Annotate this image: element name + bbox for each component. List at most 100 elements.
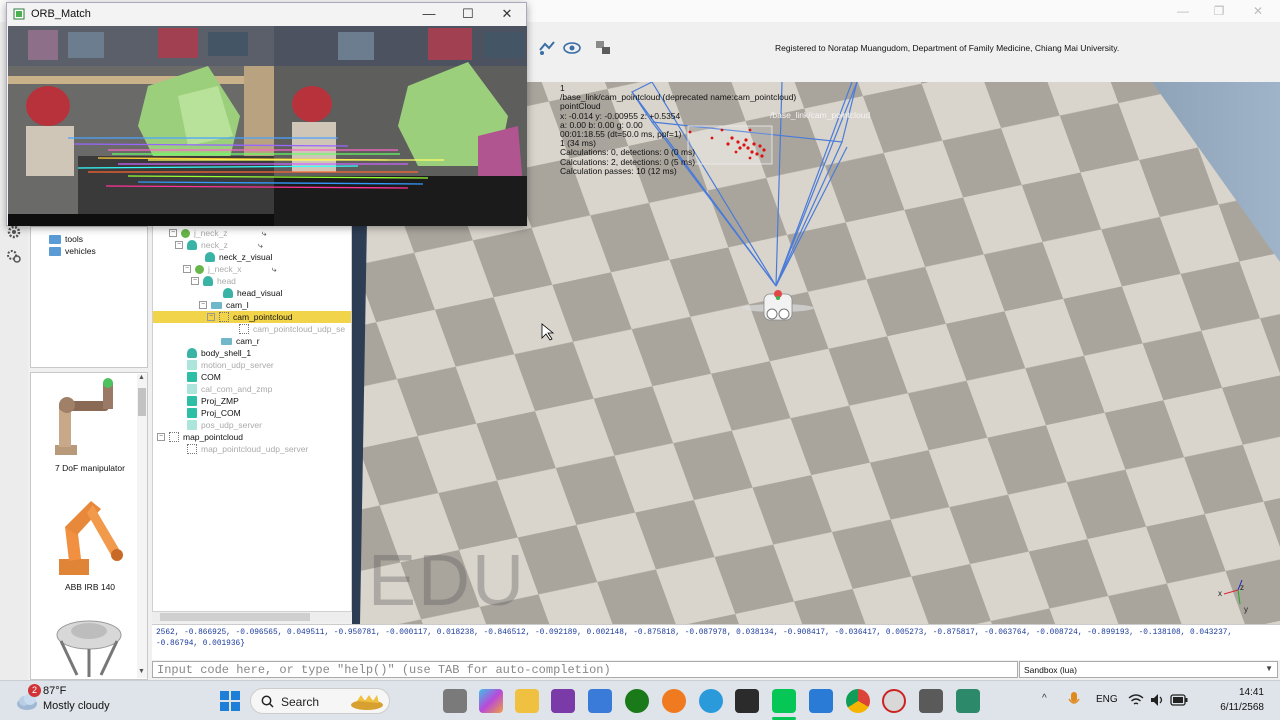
coppeliasim-icon[interactable] [956,689,980,713]
scroll-up-icon[interactable]: ▲ [138,374,145,381]
hierarchy-hscrollbar[interactable] [152,612,352,622]
eye-icon[interactable] [562,38,582,58]
app-maximize-button[interactable]: ❐ [1204,2,1234,20]
models-scrollbar[interactable]: ▲ ▼ [137,374,147,678]
joint-icon [195,264,204,274]
weather-description[interactable]: Mostly cloudy [43,700,110,712]
clock-time[interactable]: 14:41 [1218,687,1264,698]
orb-window-title: ORB_Match [31,8,91,20]
scene-hierarchy: − j_neck_z ⤷ − neck_z ⤷ neck_z_visual − j_n… [152,224,352,612]
orb-minimize-button[interactable]: — [417,6,441,21]
assembly-icon[interactable] [593,38,613,58]
hierarchy-row[interactable]: − cam_l [199,299,249,311]
object-shift-icon[interactable] [537,38,557,58]
copilot-icon[interactable] [479,689,503,713]
orb-match-window[interactable]: ORB_Match — ☐ ✕ [6,2,527,226]
hierarchy-row[interactable]: Proj_ZMP [187,395,239,407]
battery-icon[interactable] [1170,694,1188,706]
terminal-icon[interactable] [735,689,759,713]
script-object-icon [187,420,197,430]
script-icon[interactable]: ⤷ [258,240,263,251]
script-object-icon [187,384,197,394]
hierarchy-label: cal_com_and_zmp [201,384,273,394]
folder-vehicles[interactable]: vehicles [49,245,96,257]
app-icon[interactable] [882,689,906,713]
windows-start-icon[interactable] [220,691,240,711]
sandbox-select[interactable]: Sandbox (lua) ▼ [1019,661,1278,678]
folder-icon [49,246,61,256]
app-close-button[interactable]: ✕ [1243,2,1273,20]
search-highlight-icon [351,695,383,710]
volume-icon[interactable] [1150,693,1166,707]
model-7dof-thumbnail[interactable] [45,375,125,463]
orb-close-button[interactable]: ✕ [495,6,519,22]
model-delta-robot-thumbnail[interactable] [47,615,131,680]
microsoft-store-icon[interactable] [588,689,612,713]
hierarchy-label: COM [201,372,221,382]
folder-label: tools [65,234,83,244]
hierarchy-row[interactable]: − head [191,275,236,287]
hierarchy-row[interactable]: COM [187,371,221,383]
console-output: 2562, -0.866925, -0.096565, 0.049511, -0… [152,624,1280,660]
model-abb-irb140-thumbnail[interactable] [41,491,131,581]
chevron-up-icon[interactable]: ^ [1042,693,1047,704]
hierarchy-row[interactable]: map_pointcloud_udp_server [187,443,308,455]
gear-icon[interactable] [6,224,22,240]
hierarchy-label: pos_udp_server [201,420,262,430]
shape-icon [187,240,197,250]
clock-date[interactable]: 6/11/2568 [1214,702,1264,713]
hierarchy-row[interactable]: neck_z_visual [205,251,272,263]
hierarchy-scroll-thumb[interactable] [160,613,310,621]
task-view-icon[interactable] [443,689,467,713]
shape-icon [187,348,197,358]
weather-temperature[interactable]: 87°F [43,685,66,697]
hierarchy-row[interactable]: pos_udp_server [187,419,262,431]
model-thumbnails: 7 DoF manipulator ABB IRB 140 [30,372,148,680]
hierarchy-row[interactable]: body_shell_1 [187,347,251,359]
xbox-icon[interactable] [625,689,649,713]
models-scroll-thumb[interactable] [138,388,146,416]
hierarchy-row[interactable]: cal_com_and_zmp [187,383,272,395]
microphone-icon[interactable] [1068,691,1080,709]
snipping-tool-icon[interactable] [919,689,943,713]
chrome-icon[interactable] [846,689,870,713]
chevron-down-icon[interactable]: ▼ [1265,664,1273,673]
hierarchy-row[interactable]: cam_r [221,335,260,347]
cube-icon [187,372,197,382]
hierarchy-row[interactable]: − j_neck_z ⤷ [169,227,266,239]
hierarchy-label: cam_pointcloud_udp_se [253,324,346,334]
firefox-icon[interactable] [662,689,686,713]
orb-match-image [8,26,527,226]
hierarchy-row[interactable]: head_visual [223,287,282,299]
hierarchy-row[interactable]: − map_pointcloud [157,431,243,443]
wifi-icon[interactable] [1128,693,1144,707]
app-minimize-button[interactable]: — [1168,2,1198,20]
settings-icon[interactable] [6,248,22,264]
hierarchy-row[interactable]: − j_neck_x ⤷ [183,263,276,275]
hierarchy-row[interactable]: Proj_COM [187,407,241,419]
vscode-icon[interactable] [809,689,833,713]
shape-icon [205,252,215,262]
script-icon[interactable]: ⤷ [272,264,277,275]
script-icon[interactable]: ⤷ [262,228,267,239]
hierarchy-label: map_pointcloud_udp_server [201,444,309,454]
hierarchy-label: cam_pointcloud [233,312,293,322]
taskbar-search[interactable]: Search [250,688,390,714]
hierarchy-row[interactable]: − neck_z ⤷ [175,239,263,251]
hierarchy-row[interactable]: motion_udp_server [187,359,274,371]
axis-x-label: x [1218,589,1222,598]
line-app-icon[interactable] [772,689,796,713]
input-language[interactable]: ENG [1096,694,1118,705]
scroll-down-icon[interactable]: ▼ [138,668,145,675]
console-input[interactable]: Input code here, or type "help()" (use T… [152,661,1018,678]
hierarchy-label: body_shell_1 [201,348,252,358]
orb-maximize-button[interactable]: ☐ [456,6,480,22]
folder-tools[interactable]: tools [49,233,83,245]
taskbar: 2 87°F Mostly cloudy Search ^ ENG 14:41 … [0,680,1280,720]
file-explorer-icon[interactable] [515,689,539,713]
hierarchy-row[interactable]: cam_pointcloud_udp_se [239,323,345,335]
edge-icon[interactable] [699,689,723,713]
hierarchy-row-selected[interactable]: − cam_pointcloud [153,311,351,323]
object-info-overlay: 1 /base_link/cam_pointcloud (deprecated … [560,83,796,176]
screen-capture-icon[interactable] [551,689,575,713]
